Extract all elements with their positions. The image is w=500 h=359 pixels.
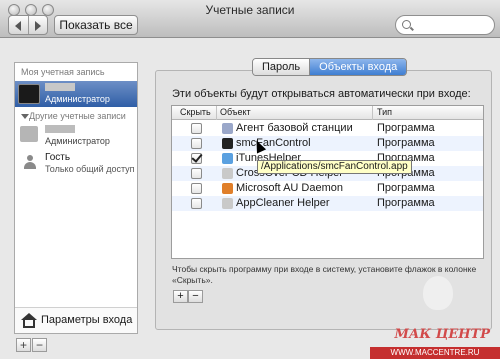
object-name: Microsoft AU Daemon xyxy=(236,182,343,194)
my-account-header: Моя учетная запись xyxy=(21,67,105,77)
hide-checkbox[interactable] xyxy=(191,153,202,164)
object-type: Программа xyxy=(377,182,435,194)
current-user-role: Администратор xyxy=(45,94,110,104)
user-name-redacted xyxy=(45,83,75,91)
accounts-sidebar: Моя учетная запись Администратор Другие … xyxy=(14,62,138,334)
forward-arrow-icon[interactable] xyxy=(35,21,41,31)
title-bar: Учетные записи Показать все xyxy=(0,0,500,38)
back-arrow-icon[interactable] xyxy=(15,21,21,31)
microsoft-icon xyxy=(222,183,233,194)
app-icon xyxy=(222,168,233,179)
watermark-url: WWW.MACCENTRE.RU xyxy=(370,347,500,359)
column-object[interactable]: Объект xyxy=(220,107,251,117)
remove-account-button[interactable]: − xyxy=(32,338,47,352)
column-type[interactable]: Тип xyxy=(377,107,392,117)
itunes-icon xyxy=(222,153,233,164)
guest-description: Только общий доступ xyxy=(45,164,135,174)
login-items-heading: Эти объекты будут открываться автоматиче… xyxy=(172,88,471,100)
tab-login-items[interactable]: Объекты входа xyxy=(309,59,407,75)
object-type: Программа xyxy=(377,197,435,209)
table-row[interactable]: AppCleaner Helper Программа xyxy=(172,196,483,211)
avatar xyxy=(18,84,40,104)
object-type: Программа xyxy=(377,122,435,134)
app-icon xyxy=(222,198,233,209)
hide-checkbox[interactable] xyxy=(191,123,202,134)
house-icon xyxy=(21,313,37,328)
hide-checkbox[interactable] xyxy=(191,198,202,209)
column-hide[interactable]: Скрыть xyxy=(180,107,211,117)
search-field[interactable] xyxy=(395,15,495,35)
hide-checkbox[interactable] xyxy=(191,183,202,194)
guest-user-icon xyxy=(23,155,37,169)
fan-icon xyxy=(222,138,233,149)
add-login-item-button[interactable]: + xyxy=(173,290,188,303)
login-options-label: Параметры входа xyxy=(41,314,133,326)
table-row[interactable]: Microsoft AU Daemon Программа xyxy=(172,181,483,196)
gear-icon xyxy=(222,123,233,134)
object-name: AppCleaner Helper xyxy=(236,197,330,209)
object-name: smcFanControl xyxy=(236,137,311,149)
other-user-role: Администратор xyxy=(45,136,110,146)
tab-password[interactable]: Пароль xyxy=(253,59,310,75)
apple-logo-watermark xyxy=(423,276,453,310)
sidebar-item-current-user[interactable]: Администратор xyxy=(15,81,137,107)
user-name-redacted xyxy=(45,125,75,133)
back-forward-buttons[interactable] xyxy=(8,15,48,35)
user-icon xyxy=(20,126,38,142)
table-row[interactable]: Агент базовой станции Программа xyxy=(172,121,483,136)
search-icon xyxy=(402,20,411,29)
watermark-brand: МАК ЦЕНТР xyxy=(394,327,490,342)
other-accounts-header: Другие учетные записи xyxy=(29,111,126,121)
object-name: Агент базовой станции xyxy=(236,122,353,134)
table-row[interactable]: smcFanControl Программа xyxy=(172,136,483,151)
login-items-table[interactable]: Скрыть Объект Тип Агент базовой станции П… xyxy=(171,105,484,259)
hide-checkbox[interactable] xyxy=(191,138,202,149)
remove-login-item-button[interactable]: − xyxy=(188,290,203,303)
guest-name: Гость xyxy=(45,152,71,163)
hide-checkbox[interactable] xyxy=(191,168,202,179)
login-options-item[interactable]: Параметры входа xyxy=(15,307,137,333)
tab-bar: Пароль Объекты входа xyxy=(252,58,408,76)
path-tooltip: /Applications/smcFanControl.app xyxy=(257,160,412,174)
object-type: Программа xyxy=(377,137,435,149)
sidebar-item-other-user[interactable]: Администратор xyxy=(15,123,137,149)
show-all-button[interactable]: Показать все xyxy=(54,15,138,35)
table-header: Скрыть Объект Тип xyxy=(172,106,483,120)
add-account-button[interactable]: + xyxy=(16,338,31,352)
sidebar-item-guest[interactable]: Гость Только общий доступ xyxy=(15,151,137,177)
disclosure-triangle-icon[interactable] xyxy=(21,114,29,119)
